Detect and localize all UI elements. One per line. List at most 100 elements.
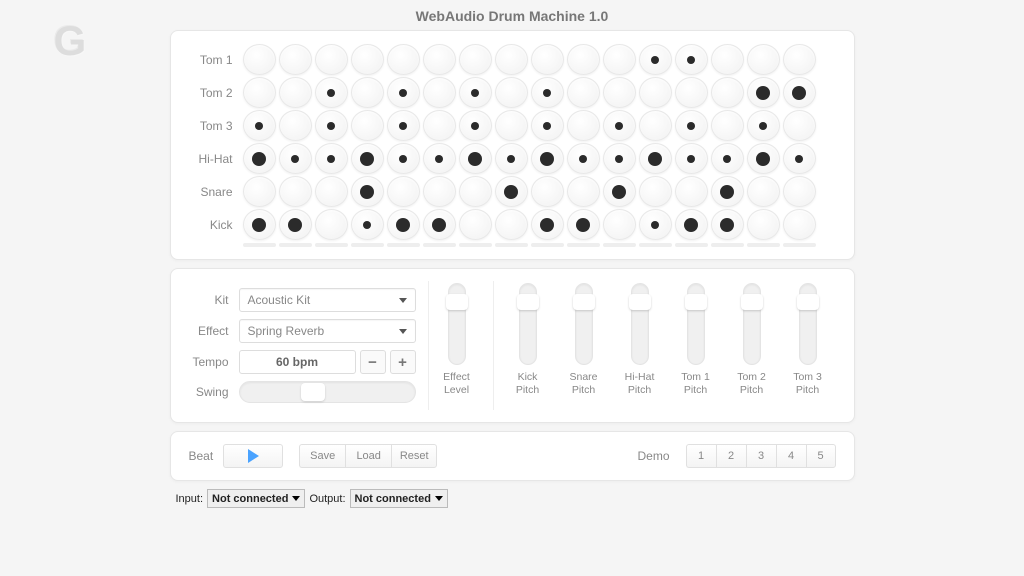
step-pad[interactable] <box>603 110 636 141</box>
step-pad[interactable] <box>783 44 816 75</box>
step-pad[interactable] <box>675 143 708 174</box>
step-pad[interactable] <box>531 176 564 207</box>
reset-button[interactable]: Reset <box>391 444 437 468</box>
step-pad[interactable] <box>387 209 420 240</box>
step-pad[interactable] <box>351 209 384 240</box>
step-pad[interactable] <box>711 176 744 207</box>
step-pad[interactable] <box>639 110 672 141</box>
step-pad[interactable] <box>459 209 492 240</box>
step-pad[interactable] <box>279 77 312 108</box>
step-pad[interactable] <box>747 44 780 75</box>
vertical-slider[interactable] <box>631 283 649 365</box>
step-pad[interactable] <box>423 77 456 108</box>
vertical-slider[interactable] <box>519 283 537 365</box>
step-pad[interactable] <box>747 143 780 174</box>
step-pad[interactable] <box>783 110 816 141</box>
step-pad[interactable] <box>675 176 708 207</box>
step-pad[interactable] <box>315 77 348 108</box>
step-pad[interactable] <box>243 110 276 141</box>
step-pad[interactable] <box>423 143 456 174</box>
vertical-slider[interactable] <box>448 283 466 365</box>
step-pad[interactable] <box>423 209 456 240</box>
step-pad[interactable] <box>711 110 744 141</box>
step-pad[interactable] <box>531 110 564 141</box>
step-pad[interactable] <box>747 176 780 207</box>
step-pad[interactable] <box>603 176 636 207</box>
step-pad[interactable] <box>351 110 384 141</box>
step-pad[interactable] <box>675 110 708 141</box>
step-pad[interactable] <box>675 77 708 108</box>
step-pad[interactable] <box>531 143 564 174</box>
slider-thumb[interactable] <box>797 294 819 310</box>
step-pad[interactable] <box>279 176 312 207</box>
step-pad[interactable] <box>423 44 456 75</box>
kit-select[interactable]: Acoustic Kit <box>239 288 416 312</box>
step-pad[interactable] <box>711 77 744 108</box>
step-pad[interactable] <box>495 176 528 207</box>
step-pad[interactable] <box>783 77 816 108</box>
step-pad[interactable] <box>639 77 672 108</box>
step-pad[interactable] <box>243 44 276 75</box>
tempo-decrease-button[interactable]: − <box>360 350 386 374</box>
step-pad[interactable] <box>747 110 780 141</box>
step-pad[interactable] <box>783 209 816 240</box>
step-pad[interactable] <box>315 110 348 141</box>
step-pad[interactable] <box>567 143 600 174</box>
step-pad[interactable] <box>747 209 780 240</box>
step-pad[interactable] <box>387 44 420 75</box>
step-pad[interactable] <box>495 209 528 240</box>
step-pad[interactable] <box>531 77 564 108</box>
vertical-slider[interactable] <box>799 283 817 365</box>
step-pad[interactable] <box>495 143 528 174</box>
demo-button[interactable]: 2 <box>716 444 746 468</box>
step-pad[interactable] <box>495 44 528 75</box>
step-pad[interactable] <box>783 143 816 174</box>
step-pad[interactable] <box>711 209 744 240</box>
step-pad[interactable] <box>639 143 672 174</box>
demo-button[interactable]: 1 <box>686 444 716 468</box>
vertical-slider[interactable] <box>687 283 705 365</box>
effect-select[interactable]: Spring Reverb <box>239 319 416 343</box>
step-pad[interactable] <box>315 209 348 240</box>
demo-button[interactable]: 3 <box>746 444 776 468</box>
step-pad[interactable] <box>387 176 420 207</box>
step-pad[interactable] <box>495 110 528 141</box>
slider-thumb[interactable] <box>741 294 763 310</box>
step-pad[interactable] <box>531 44 564 75</box>
midi-input-select[interactable]: Not connected <box>207 489 305 508</box>
step-pad[interactable] <box>747 77 780 108</box>
step-pad[interactable] <box>459 176 492 207</box>
step-pad[interactable] <box>351 44 384 75</box>
slider-thumb[interactable] <box>517 294 539 310</box>
play-button[interactable] <box>223 444 283 468</box>
step-pad[interactable] <box>423 176 456 207</box>
step-pad[interactable] <box>603 209 636 240</box>
step-pad[interactable] <box>639 176 672 207</box>
slider-thumb[interactable] <box>629 294 651 310</box>
step-pad[interactable] <box>351 77 384 108</box>
step-pad[interactable] <box>279 143 312 174</box>
step-pad[interactable] <box>279 209 312 240</box>
step-pad[interactable] <box>243 176 276 207</box>
demo-button[interactable]: 5 <box>806 444 836 468</box>
step-pad[interactable] <box>783 176 816 207</box>
step-pad[interactable] <box>315 44 348 75</box>
swing-slider[interactable] <box>239 381 416 403</box>
step-pad[interactable] <box>351 143 384 174</box>
demo-button[interactable]: 4 <box>776 444 806 468</box>
slider-thumb[interactable] <box>573 294 595 310</box>
step-pad[interactable] <box>531 209 564 240</box>
step-pad[interactable] <box>351 176 384 207</box>
step-pad[interactable] <box>567 77 600 108</box>
step-pad[interactable] <box>459 44 492 75</box>
step-pad[interactable] <box>675 44 708 75</box>
step-pad[interactable] <box>567 110 600 141</box>
step-pad[interactable] <box>387 143 420 174</box>
midi-output-select[interactable]: Not connected <box>350 489 448 508</box>
vertical-slider[interactable] <box>743 283 761 365</box>
step-pad[interactable] <box>459 110 492 141</box>
step-pad[interactable] <box>387 110 420 141</box>
step-pad[interactable] <box>243 209 276 240</box>
save-button[interactable]: Save <box>299 444 345 468</box>
slider-thumb[interactable] <box>685 294 707 310</box>
